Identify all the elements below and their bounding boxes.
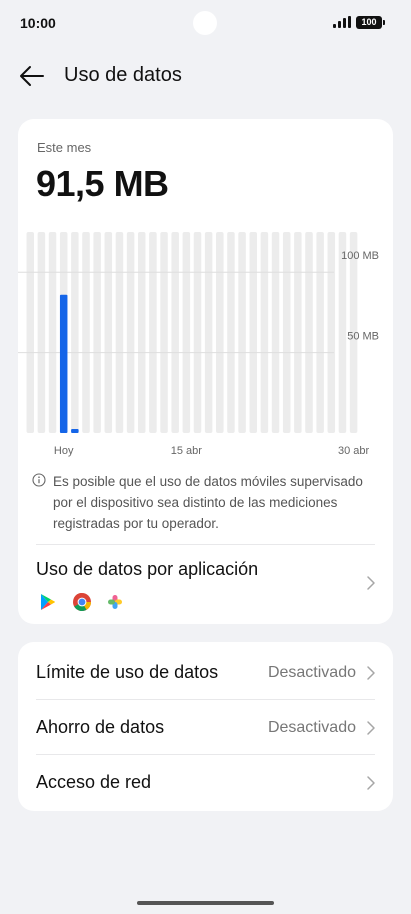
chevron-right-icon (367, 666, 375, 680)
network-access-label: Acceso de red (36, 772, 152, 792)
day-track (316, 232, 324, 433)
battery-icon: 100 (356, 16, 385, 29)
x-tick-label: Hoy (54, 445, 74, 457)
day-track (115, 232, 124, 433)
usage-chart[interactable]: 100 MB 50 MB Hoy 15 abr 30 abr (18, 119, 393, 479)
day-track (26, 232, 34, 433)
day-track (71, 232, 79, 433)
data-saver-row[interactable]: Ahorro de datos Desactivado (18, 699, 393, 754)
app-icon (108, 595, 122, 609)
x-tick-label: 15 abr (171, 445, 203, 457)
day-track (48, 232, 57, 433)
day-track (104, 232, 113, 433)
day-track (149, 232, 157, 433)
app-bar: Uso de datos (0, 52, 411, 100)
day-track (82, 232, 90, 433)
day-track (93, 232, 101, 433)
y-tick-label: 50 MB (347, 331, 379, 343)
data-limit-row[interactable]: Límite de uso de datos Desactivado (18, 644, 393, 699)
y-tick-label: 100 MB (341, 250, 379, 262)
camera-cutout (193, 11, 217, 35)
app-usage-row[interactable]: Uso de datos por aplicación (18, 544, 393, 622)
network-access-row[interactable]: Acceso de red (18, 754, 393, 809)
day-track (204, 232, 213, 433)
app-usage-title: Uso de datos por aplicación (36, 559, 259, 579)
day-track (327, 232, 336, 433)
data-limit-label: Límite de uso de datos (36, 662, 219, 682)
day-track (260, 232, 269, 433)
day-track (182, 232, 191, 433)
signal-icon (333, 16, 351, 28)
settings-card: Límite de uso de datos Desactivado Ahorr… (18, 642, 393, 811)
day-track (193, 232, 202, 433)
usage-card: Este mes 91,5 MB 100 MB 50 MB Hoy 15 abr 30 … (18, 119, 393, 624)
day-track (271, 232, 280, 433)
day-track (249, 232, 257, 433)
day-track (227, 232, 235, 433)
day-track (160, 232, 168, 433)
info-icon (32, 473, 46, 487)
info-text: Es posible que el uso de datos móviles s… (53, 474, 363, 531)
data-saver-label: Ahorro de datos (36, 717, 165, 737)
play-store-icon (41, 594, 55, 610)
day-track (305, 232, 313, 433)
day-track (282, 232, 291, 433)
page-title: Uso de datos (64, 64, 182, 86)
day-track (216, 232, 224, 433)
data-saver-value: Desactivado (267, 719, 356, 736)
usage-bar[interactable] (59, 294, 68, 433)
chevron-right-icon (367, 576, 375, 590)
day-track (37, 232, 46, 433)
home-indicator[interactable] (137, 901, 274, 905)
day-track (294, 232, 302, 433)
day-track (238, 232, 246, 433)
usage-bar[interactable] (71, 428, 79, 433)
day-track (126, 232, 135, 433)
chrome-icon (73, 593, 91, 612)
x-tick-label: 30 abr (338, 445, 370, 457)
status-bar: 10:00 100 (0, 0, 411, 46)
chevron-right-icon (367, 776, 375, 790)
back-arrow-icon[interactable] (18, 62, 46, 90)
day-track (138, 232, 146, 433)
status-time: 10:00 (20, 15, 56, 31)
day-track (171, 232, 179, 433)
data-limit-value: Desactivado (267, 664, 356, 681)
chevron-right-icon (367, 721, 375, 735)
